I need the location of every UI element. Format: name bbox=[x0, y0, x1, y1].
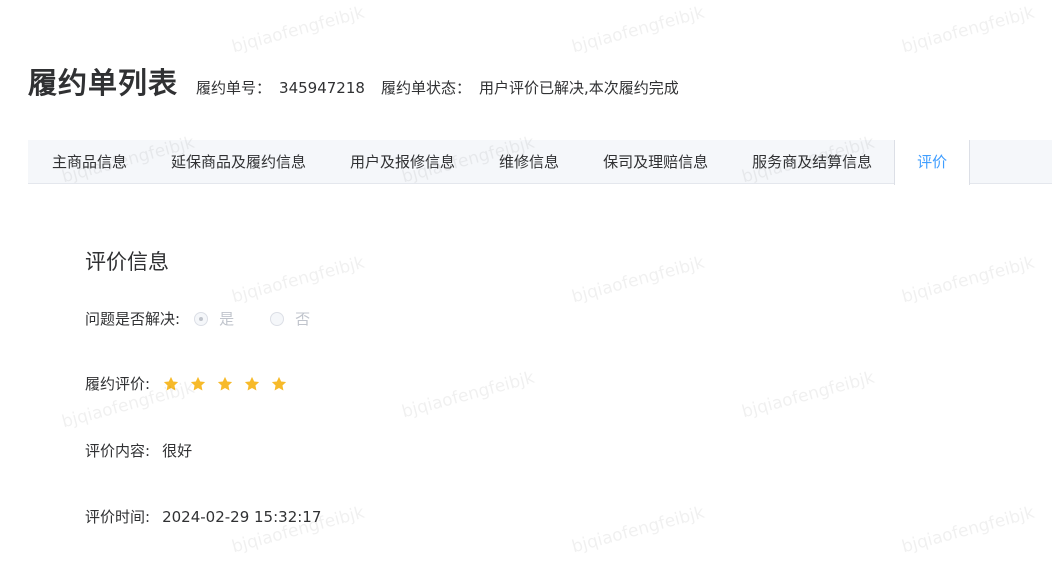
content-value: 很好 bbox=[162, 442, 193, 460]
section-title: 评价信息 bbox=[85, 250, 169, 274]
tab-evaluation[interactable]: 评价 bbox=[894, 140, 971, 185]
resolved-row: 问题是否解决: 是 否 bbox=[85, 308, 346, 329]
rating-label: 履约评价: bbox=[85, 375, 151, 393]
tab-provider-settlement[interactable]: 服务商及结算信息 bbox=[730, 140, 894, 184]
radio-yes-circle[interactable] bbox=[194, 311, 209, 326]
star-icon[interactable] bbox=[243, 375, 261, 393]
watermark-text: bjqiaofengfeibjk bbox=[229, 252, 367, 308]
star-icon[interactable] bbox=[270, 375, 288, 393]
star-icon[interactable] bbox=[162, 375, 180, 393]
radio-yes-label: 是 bbox=[219, 310, 235, 328]
tab-bar: 主商品信息 延保商品及履约信息 用户及报修信息 维修信息 保司及理赔信息 服务商… bbox=[28, 140, 1052, 185]
tab-main-product[interactable]: 主商品信息 bbox=[28, 140, 149, 184]
tab-repair-info[interactable]: 维修信息 bbox=[477, 140, 581, 184]
time-value: 2024-02-29 15:32:17 bbox=[162, 507, 322, 526]
page-title: 履约单列表 bbox=[28, 66, 179, 100]
radio-no-label: 否 bbox=[295, 310, 311, 328]
content-label: 评价内容: bbox=[85, 442, 151, 460]
radio-yes[interactable]: 是 bbox=[194, 308, 234, 329]
watermark-text: bjqiaofengfeibjk bbox=[569, 502, 707, 558]
time-row: 评价时间: 2024-02-29 15:32:17 bbox=[85, 506, 321, 527]
order-number-value: 345947218 bbox=[279, 79, 365, 97]
time-label: 评价时间: bbox=[85, 508, 151, 526]
resolved-radio-group: 是 否 bbox=[194, 308, 346, 329]
watermark-text: bjqiaofengfeibjk bbox=[899, 2, 1037, 58]
radio-no[interactable]: 否 bbox=[270, 308, 310, 329]
order-status-value: 用户评价已解决,本次履约完成 bbox=[478, 79, 679, 97]
order-number-label: 履约单号： bbox=[196, 79, 272, 97]
watermark-text: bjqiaofengfeibjk bbox=[899, 502, 1037, 558]
order-number: 履约单号： 345947218 bbox=[196, 77, 365, 98]
tab-insurer-claims[interactable]: 保司及理赔信息 bbox=[581, 140, 730, 184]
watermark-text: bjqiaofengfeibjk bbox=[229, 2, 367, 58]
order-status-label: 履约单状态： bbox=[380, 79, 471, 97]
watermark-text: bjqiaofengfeibjk bbox=[399, 367, 537, 423]
tab-user-repair[interactable]: 用户及报修信息 bbox=[328, 140, 477, 184]
star-icon[interactable] bbox=[189, 375, 207, 393]
watermark-text: bjqiaofengfeibjk bbox=[569, 252, 707, 308]
tab-extended-warranty[interactable]: 延保商品及履约信息 bbox=[149, 140, 328, 184]
page: 履约单列表 履约单号： 345947218 履约单状态： 用户评价已解决,本次履约完… bbox=[0, 0, 1052, 580]
order-status: 履约单状态： 用户评价已解决,本次履约完成 bbox=[381, 77, 679, 98]
watermark-text: bjqiaofengfeibjk bbox=[569, 2, 707, 58]
content-row: 评价内容: 很好 bbox=[85, 440, 192, 461]
star-rating[interactable] bbox=[162, 375, 297, 393]
page-header: 履约单列表 履约单号： 345947218 履约单状态： 用户评价已解决,本次履约完… bbox=[28, 60, 679, 102]
radio-no-circle[interactable] bbox=[270, 311, 285, 326]
resolved-label: 问题是否解决: bbox=[85, 310, 181, 328]
star-icon[interactable] bbox=[216, 375, 234, 393]
watermark-text: bjqiaofengfeibjk bbox=[899, 252, 1037, 308]
rating-row: 履约评价: bbox=[85, 373, 297, 394]
watermark-text: bjqiaofengfeibjk bbox=[739, 367, 877, 423]
